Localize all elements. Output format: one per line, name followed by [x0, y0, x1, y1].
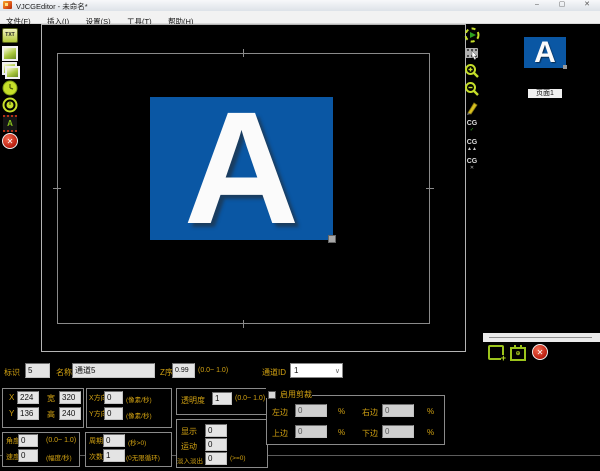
menu-bar: 文件(F) 插入(I) 设置(S) 工具(T) 帮助(H) — [0, 11, 600, 27]
x-direction-hint: (像素/秒) — [126, 397, 152, 404]
crop-right-label: 右边 — [362, 408, 378, 417]
id-label: 标识 — [4, 368, 20, 377]
thumbnail-handle — [563, 65, 567, 69]
crop-group — [266, 395, 445, 445]
width-field[interactable] — [59, 391, 81, 404]
crop-left-label: 左边 — [272, 408, 288, 417]
period-field[interactable] — [103, 434, 125, 447]
chevron-down-icon: ∨ — [334, 368, 340, 375]
height-label: 高 — [47, 410, 55, 419]
marquee-text-tool-icon[interactable]: A — [2, 114, 18, 132]
crop-right-percent: % — [427, 407, 435, 416]
cg-remove-icon[interactable]: CG ✕ — [464, 156, 480, 172]
image-sequence-tool-icon[interactable] — [2, 62, 20, 79]
fit-view-icon[interactable] — [464, 27, 480, 43]
count-hint: (0无限循环) — [126, 455, 160, 462]
fade-field[interactable] — [205, 452, 227, 465]
analog-clock-tool-icon[interactable] — [2, 97, 18, 113]
menu-file[interactable]: 文件(F) — [0, 15, 37, 27]
crop-top-label: 上边 — [272, 429, 288, 438]
bottom-center-tick — [243, 320, 244, 328]
maximize-button[interactable]: ▢ — [552, 0, 572, 10]
x-field[interactable] — [17, 391, 39, 404]
cg-image-object[interactable]: A — [150, 97, 333, 240]
z-order-hint: (0.0~ 1.0) — [198, 367, 229, 374]
y-direction-field[interactable] — [104, 407, 123, 420]
opacity-field[interactable] — [212, 392, 232, 405]
cg-confirm-icon[interactable]: CG ✓ — [464, 118, 480, 134]
show-time-label: 显示 — [181, 427, 197, 436]
left-center-tick — [53, 188, 61, 189]
crop-right-field[interactable] — [382, 404, 414, 417]
move-time-label: 运动 — [181, 442, 197, 451]
clock-tool-icon[interactable] — [2, 80, 18, 96]
y-label: Y — [9, 409, 15, 418]
page-name-label: 页面1 — [528, 89, 562, 98]
z-order-label: Z序 — [160, 368, 173, 377]
app-icon — [3, 1, 12, 9]
fade-hint: (>=0) — [230, 455, 246, 462]
send-page-icon[interactable]: ⊕ — [510, 344, 526, 361]
channel-id-label: 通道ID — [262, 368, 286, 377]
opacity-hint: (0.0~ 1.0) — [235, 395, 266, 402]
text-tool-icon[interactable]: TXT — [2, 27, 18, 43]
period-label: 周期 — [89, 438, 103, 445]
rotate-speed-field[interactable] — [18, 449, 38, 462]
zoom-out-icon[interactable] — [464, 81, 480, 97]
image-letter: A — [183, 97, 300, 240]
close-button[interactable]: ✕ — [577, 0, 597, 10]
y-direction-hint: (像素/秒) — [126, 413, 152, 420]
channel-id-select[interactable]: 1 ∨ — [290, 363, 343, 378]
name-field[interactable] — [72, 363, 155, 378]
crop-bottom-field[interactable] — [382, 425, 414, 438]
x-direction-field[interactable] — [104, 391, 123, 404]
delete-object-icon[interactable]: ✕ — [2, 133, 18, 149]
crop-left-field[interactable] — [295, 404, 327, 417]
crop-bottom-label: 下边 — [362, 429, 378, 438]
brush-tool-icon[interactable] — [464, 100, 480, 116]
id-field[interactable] — [25, 363, 50, 378]
period-hint: (秒>0) — [128, 440, 147, 447]
angle-field[interactable] — [18, 434, 38, 447]
zoom-in-icon[interactable] — [464, 63, 480, 79]
vjcgeditor-window: VJCGEditor - 未命名* – ▢ ✕ 文件(F) 插入(I) 设置(S… — [0, 0, 600, 471]
crop-top-percent: % — [338, 428, 346, 437]
angle-hint: (0.0~ 1.0) — [46, 437, 77, 444]
image-tool-icon[interactable] — [2, 45, 18, 61]
enable-crop-label: 启用剪裁 — [280, 390, 312, 399]
y-field[interactable] — [17, 407, 39, 420]
opacity-label: 透明度 — [181, 396, 205, 405]
name-label: 名称 — [56, 368, 72, 377]
add-page-icon[interactable]: + — [488, 344, 506, 362]
move-time-field[interactable] — [205, 438, 227, 451]
crop-top-field[interactable] — [295, 425, 327, 438]
rotate-speed-hint: (幅度/秒) — [46, 455, 72, 462]
cg-upload-icon[interactable]: CG ▲▲ — [464, 137, 480, 153]
film-select-icon[interactable] — [464, 45, 480, 61]
width-label: 宽 — [47, 394, 55, 403]
fade-label: 淡入淡出 — [177, 458, 203, 465]
right-center-tick — [426, 188, 434, 189]
z-order-field[interactable] — [172, 363, 195, 378]
x-label: X — [9, 393, 15, 402]
minimize-button[interactable]: – — [527, 0, 547, 10]
pages-scrollbar[interactable] — [483, 333, 600, 342]
page-thumbnail[interactable]: A — [524, 37, 566, 68]
delete-page-icon[interactable]: ✕ — [532, 344, 548, 360]
crop-left-percent: % — [338, 407, 346, 416]
resize-handle[interactable] — [328, 235, 336, 243]
count-field[interactable] — [103, 449, 125, 462]
enable-crop-checkbox[interactable] — [268, 391, 276, 399]
count-label: 次数 — [89, 454, 103, 461]
crop-bottom-percent: % — [427, 428, 435, 437]
top-center-tick — [243, 49, 244, 57]
height-field[interactable] — [59, 407, 81, 420]
show-time-field[interactable] — [205, 424, 227, 437]
